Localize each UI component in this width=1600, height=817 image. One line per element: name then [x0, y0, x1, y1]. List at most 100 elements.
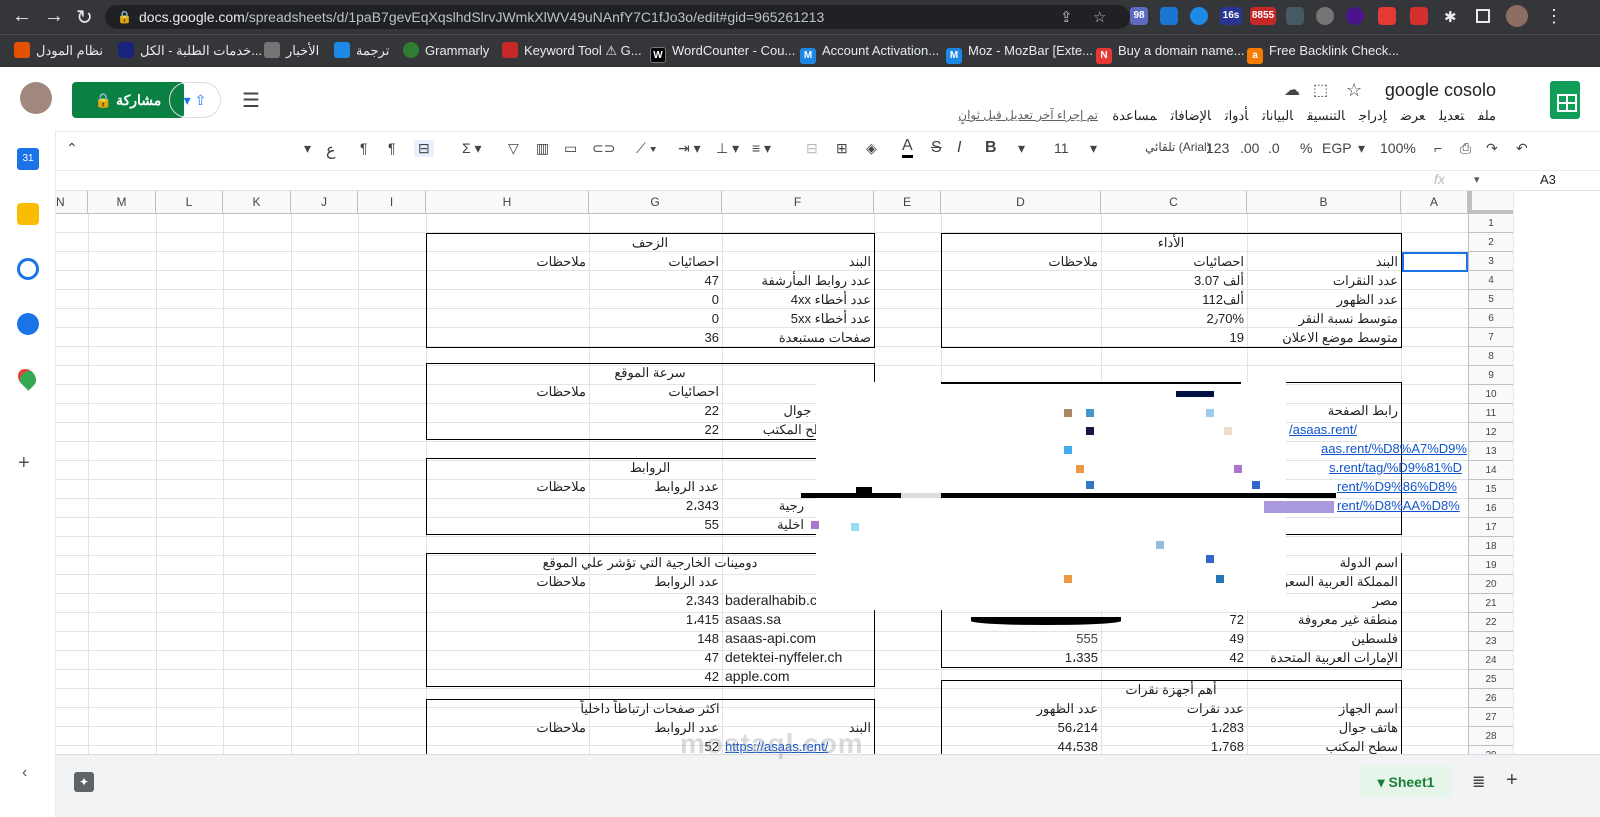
row-header[interactable]: 29	[1468, 746, 1513, 754]
currency-button[interactable]: EGP	[1322, 140, 1352, 156]
strikethrough-button[interactable]: S	[931, 139, 942, 157]
row-header[interactable]: 15	[1468, 480, 1513, 499]
forward-icon[interactable]: →	[44, 5, 64, 28]
document-title[interactable]: google cosolo	[1385, 80, 1496, 101]
page-link[interactable]: aas.rent/%D8%A7%D9%	[1318, 439, 1468, 458]
extension-icon[interactable]: 98	[1130, 7, 1148, 25]
extension-icon[interactable]	[1286, 7, 1304, 25]
bookmark-item[interactable]: W WordCounter - Cou...	[650, 40, 795, 63]
menu-help[interactable]: مساعدة	[1112, 108, 1156, 123]
row-header[interactable]: 12	[1468, 423, 1513, 442]
bookmark-item[interactable]: خدمات الطلبة - الكل...	[118, 40, 262, 62]
chevron-down-icon[interactable]: ▾	[304, 140, 311, 157]
row-header[interactable]: 4	[1468, 271, 1513, 290]
borders-icon[interactable]: ⊞	[836, 140, 848, 157]
name-box[interactable]: A3	[1540, 172, 1556, 187]
page-link[interactable]: s.rent/tag/%D9%81%D	[1326, 458, 1468, 477]
menu-file[interactable]: ملف	[1478, 108, 1496, 123]
address-bar[interactable]: 🔒 docs.google.com/spreadsheets/d/1paB7gev…	[105, 5, 1130, 29]
row-header[interactable]: 18	[1468, 537, 1513, 556]
bookmark-item[interactable]: M Account Activation...	[800, 40, 939, 64]
column-header[interactable]: J	[291, 191, 358, 214]
decrease-decimal-button[interactable]: .0	[1268, 140, 1280, 156]
column-header[interactable]: G	[589, 191, 722, 214]
text-wrap-icon[interactable]: ⇥ ▾	[678, 140, 701, 157]
column-header[interactable]: M	[88, 191, 156, 214]
share-button[interactable]: 🔒 مشاركة	[72, 82, 184, 118]
bookmark-item[interactable]: a Free Backlink Check...	[1247, 40, 1399, 64]
insert-link-icon[interactable]: ⊂⊃	[592, 140, 615, 157]
bookmark-item[interactable]: Keyword Tool ⚠ G...	[502, 40, 642, 62]
move-folder-icon[interactable]: ⬚	[1313, 80, 1328, 100]
filter-icon[interactable]: ▽	[508, 140, 519, 157]
row-header[interactable]: 24	[1468, 651, 1513, 670]
present-button[interactable]: ▾ ⇧	[169, 82, 221, 118]
row-header[interactable]: 8	[1468, 347, 1513, 366]
spreadsheet-grid[interactable]: A B C D E F G H I J K L M N 1 2 3 4 5 6 7 8 9 10 1…	[56, 191, 1513, 754]
menu-view[interactable]: عرض	[1401, 108, 1425, 123]
row-header[interactable]: 28	[1468, 727, 1513, 746]
vertical-scrollbar[interactable]	[1513, 191, 1527, 754]
fill-color-icon[interactable]: ◈	[866, 140, 877, 157]
extension-icon[interactable]: 16s	[1220, 7, 1242, 25]
row-header[interactable]: 22	[1468, 613, 1513, 632]
menu-insert[interactable]: إدراج	[1359, 108, 1387, 123]
extension-icon[interactable]	[1160, 7, 1178, 25]
insert-chart-icon[interactable]: ▥	[536, 140, 549, 157]
insert-comment-icon[interactable]: ▭	[564, 140, 577, 157]
row-header[interactable]: 10	[1468, 385, 1513, 404]
menu-tools[interactable]: أدوات	[1225, 108, 1248, 123]
bookmark-item[interactable]: نظام المودل	[14, 40, 103, 62]
chevron-down-icon[interactable]: ▾	[1090, 140, 1097, 157]
column-header[interactable]: D	[941, 191, 1101, 214]
functions-icon[interactable]: Σ ▾	[462, 140, 482, 157]
extension-icon[interactable]	[1190, 7, 1208, 25]
column-header[interactable]: B	[1247, 191, 1401, 214]
share-page-icon[interactable]: ⇪	[1060, 8, 1073, 26]
explore-icon[interactable]: ✦	[74, 772, 94, 792]
menu-format[interactable]: التنسيق	[1307, 108, 1345, 123]
menu-edit[interactable]: تعديل	[1439, 108, 1464, 123]
menu-data[interactable]: البيانات	[1262, 108, 1293, 123]
sheet-tab[interactable]: ▾ Sheet1	[1360, 766, 1452, 798]
collapse-toolbar-icon[interactable]: ⌃	[66, 140, 78, 157]
sidepanel-icon[interactable]	[1476, 9, 1490, 23]
menu-addons[interactable]: الإضافات	[1171, 108, 1211, 123]
rtl-text-icon[interactable]: ¶	[388, 140, 396, 156]
row-header[interactable]: 23	[1468, 632, 1513, 651]
column-header[interactable]: A	[1401, 191, 1468, 214]
input-tools-icon[interactable]: ع	[326, 140, 336, 160]
row-header[interactable]: 16	[1468, 499, 1513, 518]
extensions-puzzle-icon[interactable]: ✱	[1444, 8, 1457, 26]
row-header[interactable]: 17	[1468, 518, 1513, 537]
text-rotation-icon[interactable]: ⟋ ▾	[636, 140, 657, 157]
bookmark-item[interactable]: الأخبار	[264, 40, 319, 62]
row-header[interactable]: 25	[1468, 670, 1513, 689]
keep-icon[interactable]	[17, 203, 39, 225]
star-icon[interactable]: ☆	[1346, 80, 1362, 101]
align-vertical-icon[interactable]: ⊥ ▾	[716, 140, 739, 157]
column-header[interactable]: K	[223, 191, 291, 214]
row-header[interactable]: 1	[1468, 214, 1513, 233]
align-horizontal-icon[interactable]: ≡ ▾	[752, 140, 771, 157]
chevron-down-icon[interactable]: ▾	[1358, 140, 1365, 157]
italic-button[interactable]: I	[957, 139, 961, 157]
extension-icon[interactable]	[1346, 7, 1364, 25]
account-avatar[interactable]	[20, 82, 52, 114]
row-header[interactable]: 27	[1468, 708, 1513, 727]
rtl-sheet-icon[interactable]: ⊟	[414, 140, 434, 157]
page-link[interactable]: /asaas.rent/	[1286, 420, 1468, 439]
row-header[interactable]: 9	[1468, 366, 1513, 385]
sheets-logo-icon[interactable]	[1550, 81, 1580, 119]
extension-icon[interactable]: 8855	[1250, 7, 1276, 25]
bold-button[interactable]: B	[985, 139, 997, 157]
column-header[interactable]: H	[426, 191, 589, 214]
bookmark-item[interactable]: M Moz - MozBar [Exte...	[946, 40, 1093, 64]
undo-icon[interactable]: ↶	[1516, 140, 1528, 157]
row-header[interactable]: 19	[1468, 556, 1513, 575]
column-header[interactable]: C	[1101, 191, 1247, 214]
row-header[interactable]: 6	[1468, 309, 1513, 328]
print-icon[interactable]: ⎙	[1460, 140, 1471, 157]
extension-icon[interactable]	[1378, 7, 1396, 25]
all-sheets-icon[interactable]: ≣	[1472, 772, 1485, 792]
